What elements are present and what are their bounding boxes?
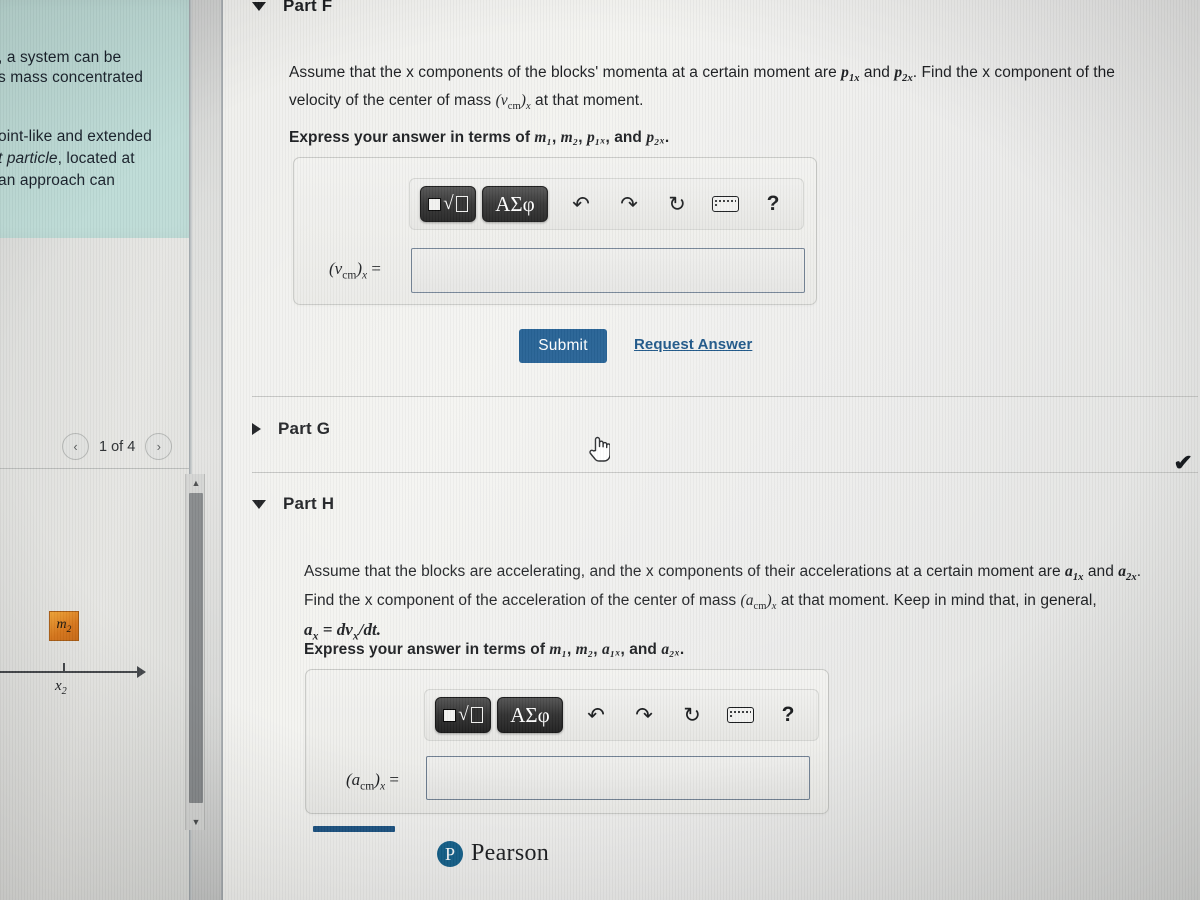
scroll-down-arrow-icon[interactable]: ▼ bbox=[186, 813, 206, 830]
hint-line-2: s mass concentrated bbox=[0, 69, 143, 86]
main-pane-border bbox=[221, 0, 223, 900]
checkmark-icon: ✔ bbox=[1173, 450, 1193, 475]
pager-divider bbox=[0, 468, 190, 469]
part-h-prompt: Assume that the blocks are accelerating,… bbox=[304, 563, 1142, 643]
part-f-var-p1x: p₁ₓ bbox=[586, 129, 606, 146]
highlighted-hint-panel: , a system can be s mass concentrated oi… bbox=[0, 0, 190, 238]
part-h-prompt-text-a: Assume that the blocks are accelerating,… bbox=[304, 563, 1066, 580]
figure-axis-arrowhead bbox=[137, 666, 146, 678]
part-h-var-m2: m₂ bbox=[575, 641, 594, 658]
math-template-button[interactable]: √ bbox=[435, 697, 491, 733]
pointing-hand-cursor bbox=[588, 434, 611, 462]
figure-axis-tick bbox=[63, 663, 65, 672]
help-icon[interactable]: ? bbox=[771, 699, 805, 731]
vertical-scrollbar[interactable]: ▲ ▼ bbox=[185, 474, 205, 830]
reset-icon[interactable]: ↻ bbox=[660, 188, 694, 220]
pager-next-glyph: › bbox=[156, 439, 161, 454]
part-h-answer-label: (acm)x = bbox=[346, 770, 399, 793]
math-template-button[interactable]: √ bbox=[420, 186, 476, 222]
triangle-right-icon[interactable] bbox=[252, 423, 261, 435]
part-h-divider bbox=[252, 472, 1198, 473]
part-f-math-toolbar[interactable]: √ ΑΣφ ↶ ↷ ↻ ? bbox=[409, 178, 804, 230]
redo-icon[interactable]: ↷ bbox=[627, 699, 661, 731]
undo-icon[interactable]: ↶ bbox=[579, 699, 613, 731]
hint-line-5: t particle, located at bbox=[0, 150, 135, 167]
part-g-divider bbox=[252, 396, 1198, 397]
part-h-formula: ax = dvx/dt. bbox=[304, 620, 382, 643]
part-f-var-m2: m₂ bbox=[560, 129, 579, 146]
part-g-title: Part G bbox=[278, 419, 331, 438]
pager-label: 1 of 4 bbox=[99, 438, 136, 455]
block-mass-2: m2 bbox=[49, 611, 79, 641]
part-f-answer-box: √ ΑΣφ ↶ ↷ ↻ ? (vcm)x = bbox=[293, 157, 817, 305]
part-h-title: Part H bbox=[283, 494, 335, 513]
part-f-express-line: Express your answer in terms of m₁, m₂, … bbox=[289, 129, 670, 146]
figure-axis-line bbox=[0, 671, 140, 673]
redo-icon[interactable]: ↷ bbox=[612, 188, 646, 220]
greek-symbols-button[interactable]: ΑΣφ bbox=[497, 697, 563, 733]
part-f-request-answer-link[interactable]: Request Answer bbox=[634, 336, 752, 353]
part-f-prompt-text-b: velocity of the center of mass bbox=[289, 92, 496, 110]
hint-line-1: , a system can be bbox=[0, 49, 122, 66]
part-f-header[interactable]: Part F bbox=[252, 0, 332, 16]
keyboard-icon[interactable] bbox=[708, 188, 742, 220]
pearson-mark-icon: P bbox=[437, 840, 463, 867]
part-f-prompt-text-a: Assume that the x components of the bloc… bbox=[289, 64, 842, 81]
part-h-header[interactable]: Part H bbox=[252, 494, 334, 514]
pager-prev-glyph: ‹ bbox=[73, 439, 78, 454]
chevron-left-icon[interactable]: ‹ bbox=[62, 433, 89, 460]
part-h-var-a2x: a₂ₓ bbox=[661, 641, 680, 658]
footer-accent-bar bbox=[313, 826, 395, 832]
part-h-var-a1x: a₁ₓ bbox=[601, 641, 621, 658]
chevron-right-icon[interactable]: › bbox=[145, 433, 173, 460]
part-h-prompt-text-b: Find the x component of the acceleration… bbox=[304, 592, 741, 610]
part-f-answer-label: (vcm)x = bbox=[329, 259, 381, 282]
greek-symbols-button[interactable]: ΑΣφ bbox=[482, 186, 548, 222]
part-f-prompt: Assume that the x components of the bloc… bbox=[289, 64, 1115, 113]
part-f-var-m1: m₁ bbox=[534, 129, 552, 146]
part-h-var-m1: m₁ bbox=[549, 641, 567, 658]
part-f-var-p2x: p₂ₓ bbox=[646, 129, 665, 146]
part-f-submit-button[interactable]: Submit bbox=[519, 329, 607, 363]
pearson-wordmark: Pearson bbox=[471, 840, 550, 866]
part-h-answer-input[interactable] bbox=[426, 756, 810, 800]
part-f-answer-input[interactable] bbox=[411, 248, 805, 293]
undo-icon[interactable]: ↶ bbox=[564, 188, 598, 220]
block-mass-2-label: m2 bbox=[56, 617, 72, 635]
scroll-up-arrow-icon[interactable]: ▲ bbox=[186, 474, 206, 491]
hint-italic-term: t particle bbox=[0, 150, 58, 167]
hint-line-6: an approach can bbox=[0, 172, 115, 189]
part-h-math-toolbar[interactable]: √ ΑΣφ ↶ ↷ ↻ ? bbox=[424, 689, 819, 741]
main-question-pane: Part F Assume that the x components of t… bbox=[222, 0, 1200, 900]
hint-line-4: oint-like and extended bbox=[0, 128, 152, 145]
reset-icon[interactable]: ↻ bbox=[675, 699, 709, 731]
scrollbar-thumb[interactable] bbox=[189, 493, 203, 803]
part-g-header[interactable]: Part G bbox=[252, 419, 330, 439]
part-f-title: Part F bbox=[283, 0, 333, 15]
figure-axis-label: x2 bbox=[55, 678, 67, 697]
triangle-down-icon[interactable] bbox=[252, 499, 266, 509]
pagination-control[interactable]: ‹ 1 of 4 › bbox=[62, 433, 173, 460]
part-h-answer-box: √ ΑΣφ ↶ ↷ ↻ ? (acm)x = bbox=[305, 669, 829, 814]
physics-figure: m2 x2 bbox=[0, 600, 185, 710]
help-icon[interactable]: ? bbox=[756, 188, 790, 220]
part-h-express-line: Express your answer in terms of m₁, m₂, … bbox=[304, 641, 685, 658]
keyboard-icon[interactable] bbox=[723, 699, 757, 731]
pearson-logo: P Pearson bbox=[437, 840, 549, 867]
left-content-pane: , a system can be s mass concentrated oi… bbox=[0, 0, 190, 900]
triangle-down-icon[interactable] bbox=[252, 1, 266, 11]
